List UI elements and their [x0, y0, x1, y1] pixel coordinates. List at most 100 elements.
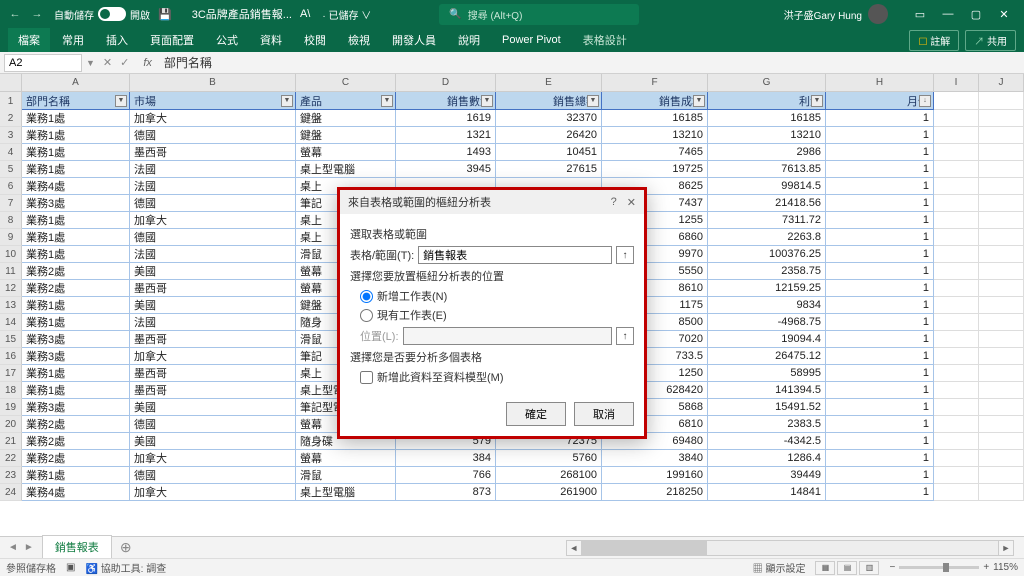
col-header-B[interactable]: B [130, 74, 296, 91]
cancel-button[interactable]: 取消 [574, 402, 634, 426]
cell[interactable]: 業務1處 [22, 144, 130, 161]
cell[interactable] [934, 92, 979, 110]
col-header-I[interactable]: I [934, 74, 979, 91]
cell[interactable] [979, 195, 1024, 212]
cell[interactable]: 法國 [130, 246, 296, 263]
cell[interactable] [979, 484, 1024, 501]
col-header-G[interactable]: G [708, 74, 826, 91]
filter-icon[interactable]: ▼ [281, 95, 293, 107]
cell[interactable]: 業務2處 [22, 450, 130, 467]
cell[interactable]: 1 [826, 178, 934, 195]
zoom-in-icon[interactable]: + [983, 562, 989, 573]
cell[interactable]: 業務1處 [22, 365, 130, 382]
cell[interactable]: 1 [826, 348, 934, 365]
row-number[interactable]: 22 [0, 450, 22, 467]
cell[interactable]: 業務3處 [22, 331, 130, 348]
cell[interactable]: 1 [826, 365, 934, 382]
enter-formula-icon[interactable]: ✓ [120, 56, 129, 69]
maximize-button[interactable]: ▢ [962, 0, 990, 28]
tab-file[interactable]: 檔案 [8, 28, 50, 52]
cell[interactable] [979, 399, 1024, 416]
filter-icon[interactable]: ▼ [481, 95, 493, 107]
comments-button[interactable]: ☐ 註解 [909, 30, 959, 51]
row-number[interactable]: 2 [0, 110, 22, 127]
cell[interactable]: 法國 [130, 314, 296, 331]
cell[interactable]: 加拿大 [130, 348, 296, 365]
sheet-tab-active[interactable]: 銷售報表 [42, 535, 112, 560]
tab-help[interactable]: 說明 [448, 28, 490, 52]
row-number[interactable]: 16 [0, 348, 22, 365]
cell[interactable]: 1 [826, 212, 934, 229]
cell[interactable]: 19094.4 [708, 331, 826, 348]
cell[interactable]: 218250 [602, 484, 708, 501]
cell[interactable] [934, 195, 979, 212]
cell[interactable]: 德國 [130, 416, 296, 433]
row-number[interactable]: 10 [0, 246, 22, 263]
cell[interactable] [979, 127, 1024, 144]
cell[interactable]: 法國 [130, 161, 296, 178]
row-number[interactable]: 23 [0, 467, 22, 484]
row-number[interactable]: 6 [0, 178, 22, 195]
view-normal-icon[interactable]: ▦ [815, 561, 835, 575]
header-market[interactable]: 市場▼ [130, 92, 296, 110]
cell[interactable]: 1 [826, 314, 934, 331]
cell[interactable] [979, 314, 1024, 331]
cell[interactable] [934, 331, 979, 348]
cell[interactable]: -4342.5 [708, 433, 826, 450]
hscroll-left-icon[interactable]: ◄ [566, 540, 582, 556]
cell[interactable] [979, 246, 1024, 263]
radio-new-worksheet[interactable] [360, 290, 373, 303]
location-input[interactable] [403, 327, 613, 345]
cell[interactable]: 美國 [130, 297, 296, 314]
formula-input[interactable]: 部門名稱 [158, 52, 1024, 73]
filter-icon[interactable]: ▼ [811, 95, 823, 107]
prev-sheet-icon[interactable]: ◄ [8, 542, 18, 553]
cell[interactable]: 16185 [708, 110, 826, 127]
cell[interactable]: 5760 [496, 450, 602, 467]
row-number[interactable]: 3 [0, 127, 22, 144]
cell[interactable]: 10451 [496, 144, 602, 161]
help-icon[interactable]: ? [611, 196, 617, 209]
cell[interactable]: 1 [826, 450, 934, 467]
zoom-level[interactable]: 115% [993, 562, 1018, 573]
tab-home[interactable]: 常用 [52, 28, 94, 52]
cell[interactable]: 美國 [130, 399, 296, 416]
cell[interactable]: 螢幕 [296, 450, 396, 467]
cell[interactable]: 15491.52 [708, 399, 826, 416]
cell[interactable] [979, 92, 1024, 110]
header-product[interactable]: 產品▼ [296, 92, 396, 110]
next-sheet-icon[interactable]: ► [24, 542, 34, 553]
cell[interactable] [934, 263, 979, 280]
row-number[interactable]: 11 [0, 263, 22, 280]
accessibility-status[interactable]: ♿ 協助工具: 調查 [85, 560, 166, 575]
tab-layout[interactable]: 頁面配置 [140, 28, 204, 52]
cell[interactable] [979, 297, 1024, 314]
save-icon[interactable]: 💾 [158, 8, 172, 21]
cell[interactable]: 21418.56 [708, 195, 826, 212]
cell[interactable]: 加拿大 [130, 484, 296, 501]
user-account[interactable]: 洪子盛Gary Hung [784, 4, 888, 24]
cell[interactable]: 26475.12 [708, 348, 826, 365]
cell[interactable]: 12159.25 [708, 280, 826, 297]
hscroll-track[interactable] [582, 540, 998, 556]
cell[interactable]: 德國 [130, 127, 296, 144]
cell[interactable]: 桌上型電腦 [296, 484, 396, 501]
cell[interactable]: 26420 [496, 127, 602, 144]
cell[interactable]: 墨西哥 [130, 365, 296, 382]
cell[interactable]: 1 [826, 144, 934, 161]
header-qty[interactable]: 銷售數量▼ [396, 92, 496, 110]
cell[interactable] [979, 229, 1024, 246]
cell[interactable]: 1 [826, 331, 934, 348]
cell[interactable]: 7613.85 [708, 161, 826, 178]
cell[interactable] [979, 450, 1024, 467]
forward-button[interactable]: → [28, 5, 46, 23]
close-button[interactable]: ✕ [990, 0, 1018, 28]
cell[interactable]: 16185 [602, 110, 708, 127]
cell[interactable]: 1 [826, 484, 934, 501]
cell[interactable] [979, 280, 1024, 297]
cell[interactable] [979, 178, 1024, 195]
cell[interactable]: 9834 [708, 297, 826, 314]
view-pagebreak-icon[interactable]: ▥ [859, 561, 879, 575]
zoom-out-icon[interactable]: − [889, 562, 895, 573]
cell[interactable]: 業務1處 [22, 246, 130, 263]
